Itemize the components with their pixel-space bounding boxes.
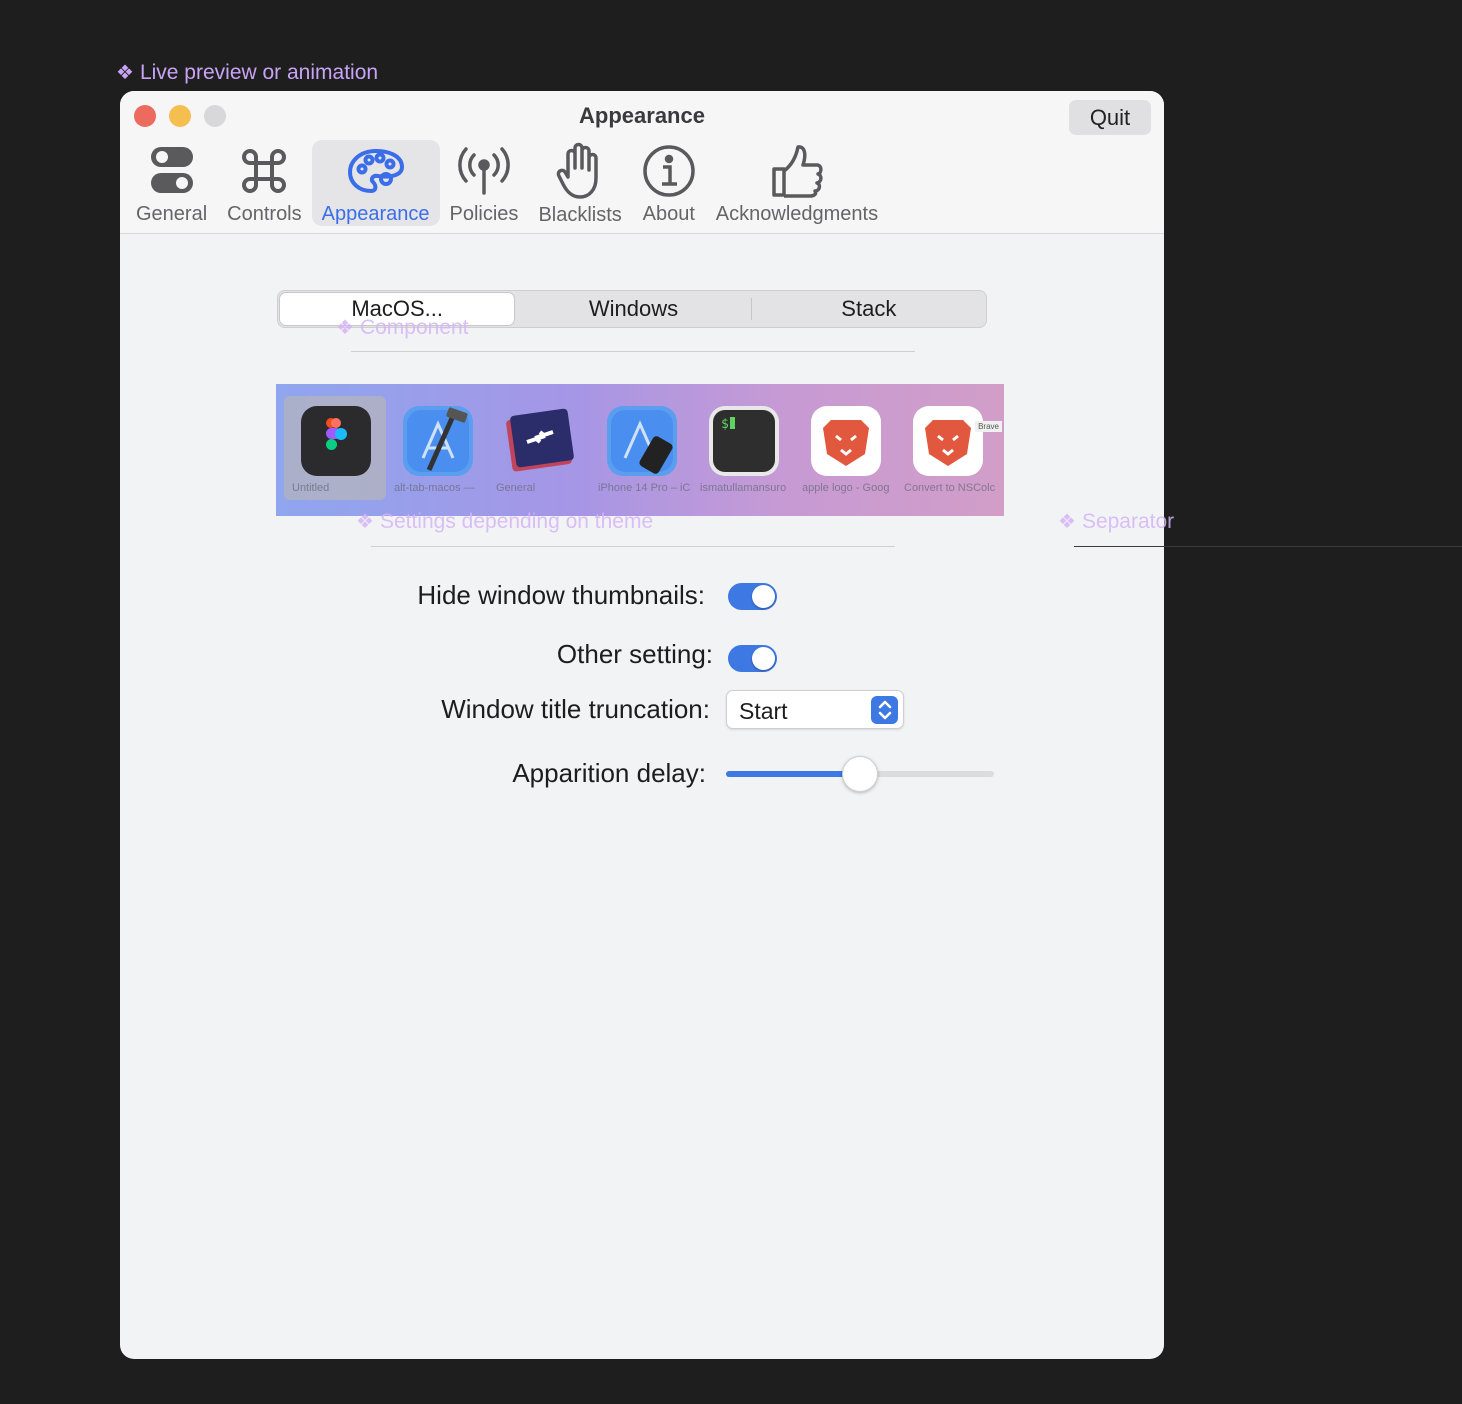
preview-thumbnail[interactable]: iPhone 14 Pro – iC (590, 396, 692, 500)
annotation-text: Settings depending on theme (379, 509, 654, 533)
tab-label: Acknowledgments (715, 203, 879, 225)
tab-label: Appearance (321, 203, 430, 225)
thumbnail-caption: General (496, 482, 536, 494)
tab-policies[interactable]: Policies (440, 140, 529, 226)
preferences-window: Appearance Quit General Controls Appeara… (120, 91, 1164, 1359)
annotation-text: Component (359, 315, 469, 339)
alttab-icon (505, 406, 575, 476)
updown-chevron-icon (871, 696, 898, 724)
truncation-label: Window title truncation: (441, 694, 710, 724)
slider-thumb[interactable] (842, 756, 878, 792)
figma-icon (301, 406, 371, 476)
thumbnail-caption: Untitled (292, 482, 330, 494)
simulator-icon (607, 406, 677, 476)
preferences-tabs: General Controls Appearance Policies Bla… (126, 140, 888, 226)
thumbnail-caption: iPhone 14 Pro – iC (598, 482, 690, 494)
tab-controls[interactable]: Controls (217, 140, 311, 226)
annotation-component: ❖ Component (336, 315, 469, 340)
brave-icon (913, 406, 983, 476)
xcode-icon (403, 406, 473, 476)
quit-button[interactable]: Quit (1069, 100, 1151, 135)
tab-appearance[interactable]: Appearance (311, 140, 440, 226)
toggles-icon (149, 142, 195, 199)
antenna-icon (455, 142, 513, 199)
toolbar: Appearance Quit General Controls Appeara… (120, 91, 1164, 234)
tab-label: About (642, 203, 695, 225)
tab-general[interactable]: General (126, 140, 217, 226)
segment-label: Windows (588, 296, 679, 321)
select-value: Start (739, 698, 788, 724)
component-diamond-icon: ❖ (336, 317, 354, 339)
slider-fill (726, 771, 860, 777)
other-setting-toggle[interactable] (728, 645, 777, 672)
annotation-settings-theme: ❖ Settings depending on theme (356, 509, 653, 534)
hide-thumbnails-toggle[interactable] (728, 583, 777, 610)
preview-thumbnail[interactable]: $ ismatullamansuro (692, 396, 794, 500)
tab-blacklists[interactable]: Blacklists (528, 140, 631, 226)
svg-text:$: $ (721, 417, 729, 432)
thumbnail-caption: ismatullamansuro (700, 482, 787, 494)
hide-thumbnails-label: Hide window thumbnails: (417, 580, 705, 610)
tab-acknowledgments[interactable]: Acknowledgments (706, 140, 888, 226)
thumbnail-caption: alt-tab-macos — (394, 482, 475, 494)
thumbs-up-icon (770, 142, 824, 199)
tab-about[interactable]: About (632, 140, 706, 226)
tab-label: Policies (449, 203, 519, 225)
segment-label: Stack (841, 296, 897, 321)
terminal-icon: $ (709, 406, 779, 476)
separator-line (351, 351, 915, 352)
apparition-delay-slider[interactable] (726, 756, 994, 792)
component-diamond-icon: ❖ (1058, 511, 1076, 533)
preview-thumbnail[interactable]: General (488, 396, 590, 500)
other-setting-label: Other setting: (556, 639, 713, 669)
component-diamond-icon: ❖ (116, 62, 134, 84)
annotation-separator: ❖ Separator (1058, 509, 1174, 534)
separator-line (1074, 546, 1462, 547)
preview-thumbnail[interactable]: alt-tab-macos — (386, 396, 488, 500)
thumbnail-caption: Convert to NSColc (904, 482, 996, 494)
segment-stack[interactable]: Stack (752, 291, 986, 327)
brave-icon (811, 406, 881, 476)
annotation-live-preview: ❖ Live preview or animation (116, 60, 378, 85)
truncation-select[interactable]: Start (726, 690, 904, 729)
toggle-knob (752, 647, 775, 670)
preview-thumbnail[interactable]: Untitled (284, 396, 386, 500)
annotation-text: Separator (1081, 509, 1175, 533)
info-icon (642, 142, 696, 199)
tab-label: Controls (227, 203, 302, 225)
toggle-knob (752, 585, 775, 608)
hand-icon (556, 142, 604, 200)
apparition-delay-label: Apparition delay: (512, 758, 706, 788)
window-title: Appearance (579, 103, 705, 128)
palette-icon (347, 142, 405, 199)
command-icon (239, 142, 289, 199)
thumbnail-caption: apple logo - Goog (802, 482, 890, 494)
annotation-text: Live preview or animation (139, 60, 379, 84)
tab-label: General (136, 203, 208, 225)
separator-line (371, 546, 895, 547)
component-diamond-icon: ❖ (356, 511, 374, 533)
live-preview: Untitled alt-tab-macos — General iPhone … (276, 384, 1004, 516)
preview-thumbnail[interactable]: apple logo - Goog (794, 396, 896, 500)
preview-thumbnail[interactable]: Convert to NSColc (896, 396, 998, 500)
tab-label: Blacklists (538, 204, 622, 226)
segment-windows[interactable]: Windows (516, 291, 750, 327)
app-tooltip: Brave (975, 421, 1002, 432)
